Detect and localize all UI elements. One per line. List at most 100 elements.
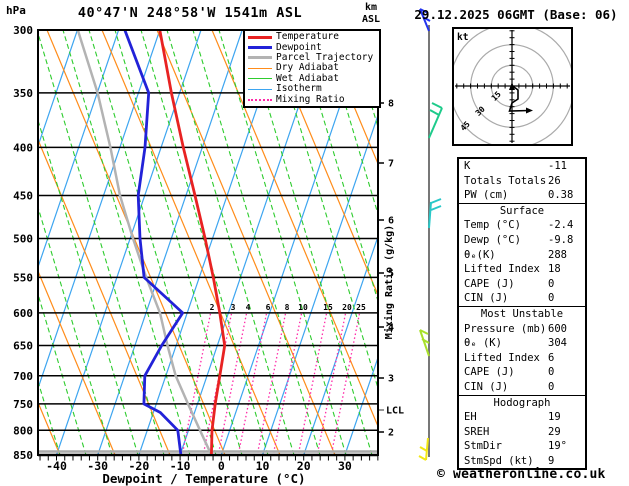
table-row-label: Pressure (mb) — [464, 322, 547, 335]
table-row-label: CIN (J) — [464, 292, 509, 305]
table-section-header: Most Unstable — [480, 307, 564, 320]
legend-item: Dry Adiabat — [245, 63, 379, 73]
pressure-tick-label: 700 — [13, 370, 33, 383]
mixing-ratio-value-label: 15 — [323, 303, 333, 312]
pressure-tick-label: 500 — [13, 232, 33, 245]
mixing-ratio-value-label: 8 — [285, 303, 290, 312]
table-row-value: 304 — [548, 337, 567, 350]
table-row: CIN (J) 0 — [459, 380, 585, 395]
table-row-value: -11 — [548, 160, 567, 172]
table-row-label: EH — [464, 411, 477, 424]
table-row-value: 0.38 — [548, 189, 574, 202]
table-row: PW (cm) 0.38 — [459, 188, 585, 203]
wind-barb-segment — [430, 198, 442, 204]
table-row-label: Totals Totals — [464, 174, 547, 187]
table-section-header: Surface — [499, 204, 545, 217]
height-axis-unit-km: km — [365, 2, 378, 13]
table-row: θₑ(K) 288 — [459, 248, 585, 263]
mixing-ratio-line — [272, 313, 303, 455]
legend-swatch — [248, 46, 272, 50]
wet-adiabat-line — [88, 30, 217, 455]
table-row: Totals Totals 26 — [459, 174, 585, 189]
dry-adiabat-line — [0, 30, 5, 455]
pressure-tick-label: 800 — [13, 424, 33, 437]
pressure-tick-label: 450 — [13, 189, 33, 202]
table-row: SREH 29 — [459, 425, 585, 440]
table-row-label: Dewp (°C) — [464, 233, 521, 246]
hodograph-arrow-end — [526, 107, 533, 114]
mixing-ratio-value-label: 25 — [356, 303, 366, 312]
station-title: 40°47'N 248°58'W 1541m ASL — [77, 5, 303, 21]
profile-curves — [76, 30, 227, 455]
temp-tick-label: 30 — [338, 459, 352, 473]
table-row-value: 6 — [548, 351, 555, 364]
mixing-ratio-value-label: 20 — [342, 303, 352, 312]
table-row-value: -2.4 — [548, 219, 574, 232]
table-row-label: CAPE (J) — [464, 277, 515, 290]
table-row: Temp (°C) -2.4 — [459, 218, 585, 233]
x-axis-title: Dewpoint / Temperature (°C) — [102, 471, 305, 486]
mixing-ratio-line — [330, 313, 361, 455]
table-row-label: PW (cm) — [464, 189, 509, 202]
legend-swatch — [248, 78, 272, 80]
wind-barb — [428, 198, 442, 229]
table-section: Surface Temp (°C) -2.4 Dewp (°C) -9.8 θₑ(K) 28… — [459, 202, 585, 306]
dry-adiabat-line — [46, 30, 226, 455]
run-datetime: 29.12.2025 06GMT (Base: 06) — [414, 7, 618, 22]
mixing-ratio-line — [181, 313, 212, 455]
pressure-tick-label: 600 — [13, 307, 33, 320]
table-row-label: Lifted Index — [464, 263, 540, 276]
km-tick-label: 7 — [388, 159, 394, 170]
legend: Temperature Dewpoint Parcel Trajectory Dry … — [243, 29, 381, 108]
wind-barb — [418, 437, 429, 461]
wind-barb — [428, 102, 443, 139]
table-row-value: 19° — [548, 440, 567, 453]
legend-label: Mixing Ratio — [276, 93, 345, 105]
legend-swatch — [248, 98, 272, 101]
hodograph-rings: 153045 — [454, 29, 571, 144]
copyright-watermark: © weatheronline.co.uk — [437, 467, 606, 482]
km-tick-label: 2 — [388, 428, 394, 439]
wind-barb-segment — [425, 437, 429, 461]
table-row: Lifted Index 18 — [459, 262, 585, 277]
km-tick-label: 8 — [388, 99, 394, 110]
table-row-value: 600 — [548, 322, 567, 335]
table-row: Pressure (mb) 600 — [459, 322, 585, 337]
table-row-label: Lifted Index — [464, 351, 540, 364]
sounding-screenshot: 300 350 400 450 500 550 600 650 700 750 800 850 2 3 4 6… — [0, 0, 629, 486]
legend-swatch — [248, 56, 272, 60]
mixing-ratio-value-label: 4 — [246, 303, 251, 312]
height-axis-unit-asl: ASL — [362, 14, 381, 25]
indices-table: K -11 Totals Totals 26 PW (cm) 0.38 Surface Tem… — [457, 157, 587, 471]
lcl-label: LCL — [386, 406, 404, 417]
km-tick-label: 3 — [388, 374, 394, 385]
table-row-value: 29 — [548, 425, 561, 438]
table-row-value: 0 — [548, 380, 555, 393]
mixing-ratio-line — [316, 313, 347, 455]
pressure-axis-unit: hPa — [6, 4, 26, 17]
table-row-value: 0 — [548, 366, 555, 379]
table-row-value: 0 — [548, 277, 555, 290]
wind-barb-segment — [418, 455, 427, 461]
legend-label: Temperature — [276, 31, 339, 43]
table-row: CAPE (J) 0 — [459, 277, 585, 292]
table-row-label: θₑ(K) — [464, 248, 496, 261]
legend-swatch — [248, 67, 272, 69]
legend-label: Dry Adiabat — [276, 62, 339, 74]
pressure-tick-label: 350 — [13, 87, 33, 100]
mixing-ratio-axis-label: Mixing Ratio (g/kg) — [384, 224, 395, 340]
table-section-header: Hodograph — [493, 396, 551, 409]
wind-barb — [419, 329, 430, 357]
wind-barb-segment — [419, 446, 428, 452]
table-row-label: SREH — [464, 425, 490, 438]
table-row: StmDir 19° — [459, 439, 585, 454]
table-row-label: Temp (°C) — [464, 219, 521, 232]
table-row-value: 19 — [548, 411, 561, 424]
pressure-tick-label: 850 — [13, 449, 33, 462]
legend-item: Temperature — [245, 32, 379, 42]
wet-adiabat-line — [609, 30, 629, 455]
legend-item: Isotherm — [245, 84, 379, 94]
pressure-tick-label: 650 — [13, 340, 33, 353]
hodograph: 153045kt — [452, 27, 573, 146]
mixing-ratio-value-label: 2 — [210, 303, 215, 312]
